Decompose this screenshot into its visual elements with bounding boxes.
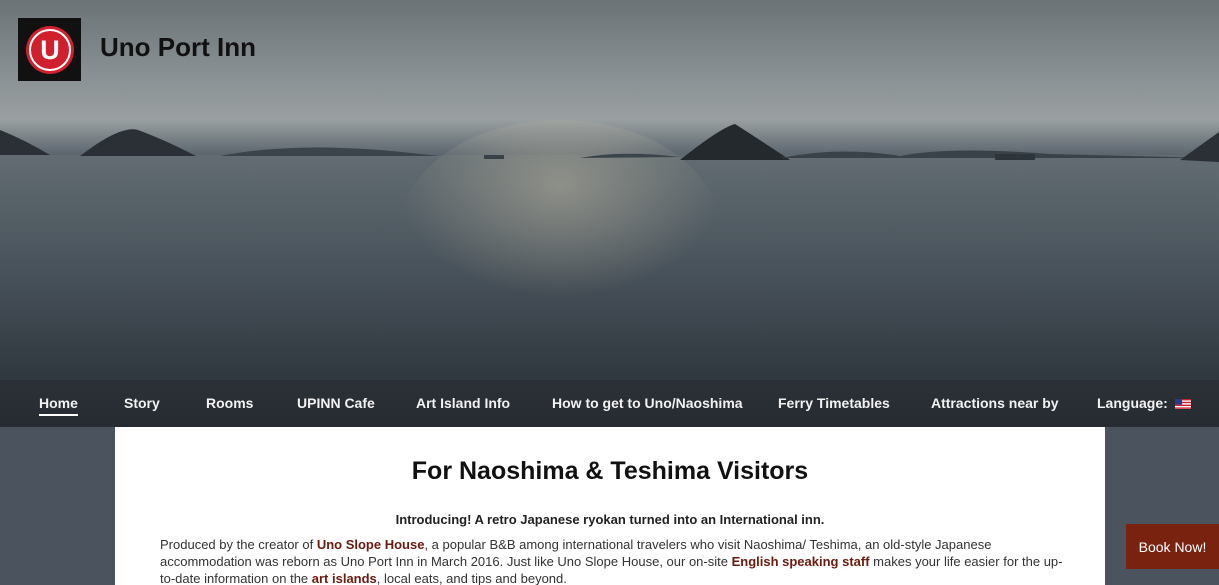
english-staff-link[interactable]: English speaking staff [732, 554, 870, 569]
site-logo[interactable]: U [18, 18, 81, 81]
intro-paragraph: Produced by the creator of Uno Slope Hou… [160, 536, 1065, 585]
nav-how-to-get[interactable]: How to get to Uno/Naoshima [552, 395, 743, 411]
nav-language-label: Language: [1097, 395, 1168, 411]
main-navigation: Home Story Rooms UPINN Cafe Art Island I… [0, 380, 1219, 427]
paragraph-text: , local eats, and tips and beyond. [376, 571, 567, 585]
nav-upinn-cafe[interactable]: UPINN Cafe [297, 395, 375, 411]
page-heading: For Naoshima & Teshima Visitors [411, 457, 809, 485]
intro-text: Introducing! A retro Japanese ryokan tur… [395, 512, 825, 527]
nav-ferry-timetables[interactable]: Ferry Timetables [778, 395, 890, 411]
sea-landscape-image [0, 120, 1219, 427]
hero-banner: U Uno Port Inn Home Story Rooms UPINN Ca… [0, 0, 1219, 427]
nav-language[interactable]: Language: [1097, 395, 1191, 411]
nav-home[interactable]: Home [39, 395, 78, 416]
nav-story[interactable]: Story [124, 395, 160, 411]
us-flag-icon [1174, 399, 1191, 410]
art-islands-link[interactable]: art islands [312, 571, 377, 585]
site-title[interactable]: Uno Port Inn [100, 32, 256, 63]
nav-attractions[interactable]: Attractions near by [931, 395, 1059, 411]
svg-text:U: U [40, 35, 60, 65]
uno-slope-house-link[interactable]: Uno Slope House [317, 537, 425, 552]
uno-logo-icon: U [25, 25, 74, 74]
nav-rooms[interactable]: Rooms [206, 395, 253, 411]
main-content: For Naoshima & Teshima Visitors Introduc… [115, 427, 1105, 585]
paragraph-text: Produced by the creator of [160, 537, 317, 552]
nav-art-island-info[interactable]: Art Island Info [416, 395, 510, 411]
book-now-button[interactable]: Book Now! [1126, 524, 1219, 569]
